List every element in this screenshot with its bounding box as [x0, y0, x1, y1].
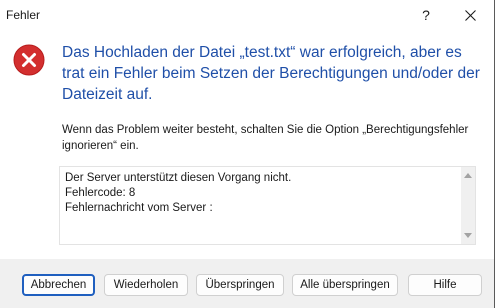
- help-button[interactable]: Hilfe: [408, 274, 482, 296]
- details-scrollbar[interactable]: [461, 167, 475, 244]
- details-textbox[interactable]: Der Server unterstützt diesen Vorgang ni…: [59, 166, 476, 245]
- window-title: Fehler: [6, 8, 41, 22]
- close-button[interactable]: [448, 0, 492, 30]
- button-bar: Abbrechen Wiederholen Überspringen Alle …: [0, 259, 494, 308]
- retry-button[interactable]: Wiederholen: [104, 274, 188, 296]
- scroll-down-arrow-icon[interactable]: [464, 233, 472, 238]
- main-message: Das Hochladen der Datei „test.txt“ war e…: [62, 44, 480, 103]
- help-icon[interactable]: ?: [404, 0, 448, 30]
- scroll-up-arrow-icon[interactable]: [464, 173, 472, 178]
- error-dialog: Fehler ? Das Hochladen der Datei „test.t…: [0, 0, 495, 308]
- details-text: Der Server unterstützt diesen Vorgang ni…: [65, 172, 292, 214]
- sub-message: Wenn das Problem weiter besteht, schalte…: [62, 124, 469, 152]
- skip-all-button[interactable]: Alle überspringen: [292, 274, 398, 296]
- close-icon: [464, 9, 476, 21]
- title-bar[interactable]: Fehler ?: [0, 0, 494, 30]
- error-icon: [13, 44, 45, 76]
- cancel-button[interactable]: Abbrechen: [22, 274, 95, 296]
- skip-button[interactable]: Überspringen: [196, 274, 284, 296]
